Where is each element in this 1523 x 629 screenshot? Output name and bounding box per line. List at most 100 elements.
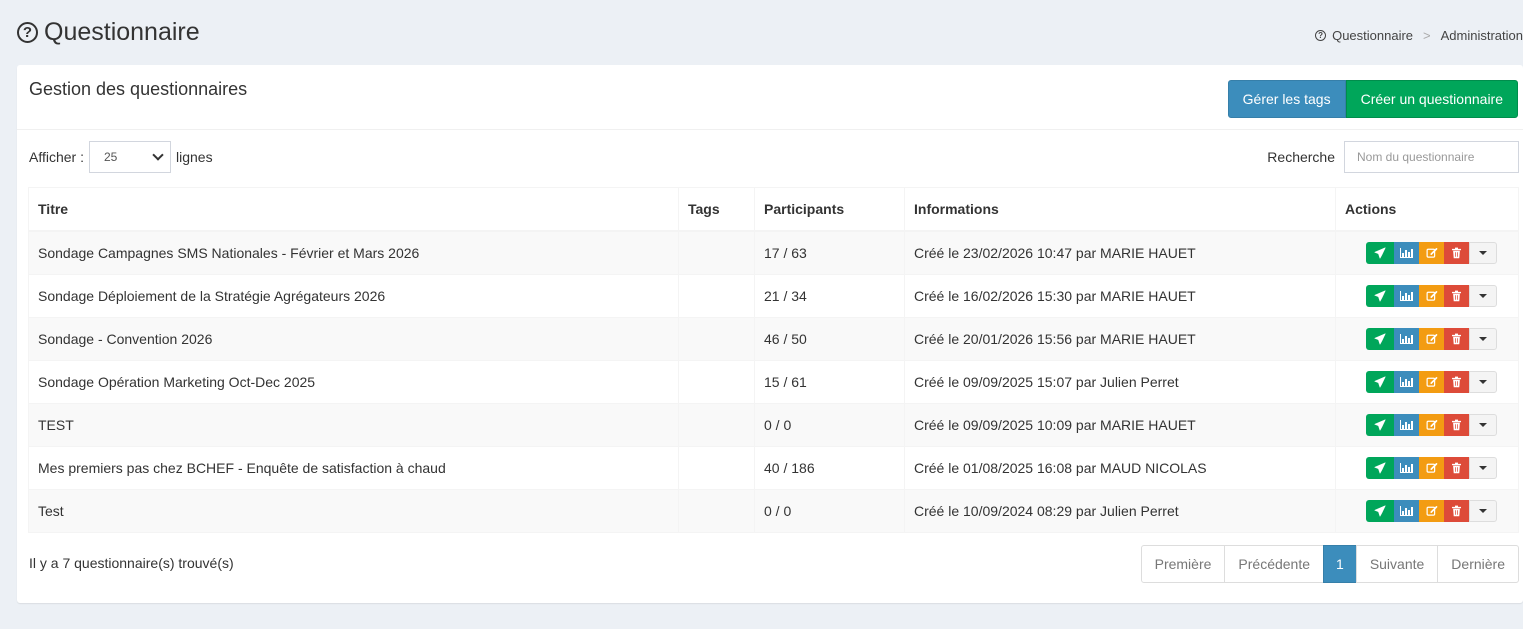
delete-button[interactable] bbox=[1444, 457, 1469, 479]
column-header-participants[interactable]: Participants bbox=[754, 187, 905, 232]
pagination-last[interactable]: Dernière bbox=[1437, 545, 1519, 583]
bar-chart-icon bbox=[1400, 420, 1413, 430]
page-length-control: Afficher : 25 lignes bbox=[29, 141, 213, 173]
edit-icon bbox=[1426, 463, 1437, 473]
paper-plane-icon bbox=[1374, 333, 1386, 345]
statistics-button[interactable] bbox=[1394, 414, 1419, 436]
cell-titre: Sondage - Convention 2026 bbox=[28, 317, 679, 361]
column-header-informations[interactable]: Informations bbox=[904, 187, 1336, 232]
rows-per-page-select[interactable]: 25 bbox=[89, 141, 171, 173]
pagination: Première Précédente 1 Suivante Dernière bbox=[1140, 545, 1519, 583]
edit-button[interactable] bbox=[1419, 500, 1444, 522]
action-button-group bbox=[1345, 500, 1509, 522]
more-actions-dropdown[interactable] bbox=[1469, 328, 1497, 350]
breadcrumb-current: Administration bbox=[1440, 28, 1523, 43]
send-button[interactable] bbox=[1366, 414, 1394, 436]
edit-button[interactable] bbox=[1419, 242, 1444, 264]
more-actions-dropdown[interactable] bbox=[1469, 500, 1497, 522]
cell-tags bbox=[678, 317, 755, 361]
pagination-next[interactable]: Suivante bbox=[1355, 545, 1439, 583]
edit-button[interactable] bbox=[1419, 285, 1444, 307]
pagination-current-page[interactable]: 1 bbox=[1323, 545, 1357, 583]
header-button-group: Gérer les tags Créer un questionnaire bbox=[1227, 80, 1518, 118]
page-title-text: Questionnaire bbox=[44, 18, 200, 46]
column-header-titre[interactable]: Titre bbox=[28, 187, 679, 232]
more-actions-dropdown[interactable] bbox=[1469, 414, 1497, 436]
cell-titre: Sondage Campagnes SMS Nationales - Févri… bbox=[28, 230, 679, 275]
question-circle-icon: ? bbox=[1315, 30, 1327, 41]
edit-button[interactable] bbox=[1419, 328, 1444, 350]
send-button[interactable] bbox=[1366, 328, 1394, 350]
search-input[interactable] bbox=[1344, 141, 1519, 173]
cell-tags bbox=[678, 489, 755, 533]
cell-tags bbox=[678, 360, 755, 404]
bar-chart-icon bbox=[1400, 248, 1413, 258]
more-actions-dropdown[interactable] bbox=[1469, 285, 1497, 307]
send-button[interactable] bbox=[1366, 371, 1394, 393]
column-header-actions: Actions bbox=[1335, 187, 1519, 232]
pagination-previous[interactable]: Précédente bbox=[1224, 545, 1325, 583]
table-row: Sondage Campagnes SMS Nationales - Févri… bbox=[28, 230, 1519, 275]
table-row: TEST 0 / 0 Créé le 09/09/2025 10:09 par … bbox=[28, 403, 1519, 447]
paper-plane-icon bbox=[1374, 419, 1386, 431]
send-button[interactable] bbox=[1366, 457, 1394, 479]
column-header-tags[interactable]: Tags bbox=[678, 187, 755, 232]
send-button[interactable] bbox=[1366, 242, 1394, 264]
manage-tags-button[interactable]: Gérer les tags bbox=[1227, 80, 1346, 118]
cell-participants: 15 / 61 bbox=[754, 360, 905, 404]
page-header: ? Questionnaire ? Questionnaire > Admini… bbox=[17, 18, 1523, 54]
paper-plane-icon bbox=[1374, 247, 1386, 259]
statistics-button[interactable] bbox=[1394, 242, 1419, 264]
statistics-button[interactable] bbox=[1394, 285, 1419, 307]
cell-actions bbox=[1335, 446, 1519, 490]
more-actions-dropdown[interactable] bbox=[1469, 242, 1497, 264]
statistics-button[interactable] bbox=[1394, 328, 1419, 350]
cell-participants: 0 / 0 bbox=[754, 403, 905, 447]
send-button[interactable] bbox=[1366, 285, 1394, 307]
cell-informations: Créé le 01/08/2025 16:08 par MAUD NICOLA… bbox=[904, 446, 1336, 490]
cell-actions bbox=[1335, 274, 1519, 318]
cell-actions bbox=[1335, 317, 1519, 361]
statistics-button[interactable] bbox=[1394, 371, 1419, 393]
search-control: Recherche bbox=[1267, 141, 1519, 173]
more-actions-dropdown[interactable] bbox=[1469, 457, 1497, 479]
delete-button[interactable] bbox=[1444, 285, 1469, 307]
table-row: Mes premiers pas chez BCHEF - Enquête de… bbox=[28, 446, 1519, 490]
action-button-group bbox=[1345, 371, 1509, 393]
create-questionnaire-button[interactable]: Créer un questionnaire bbox=[1345, 80, 1518, 118]
table-row: Test 0 / 0 Créé le 10/09/2024 08:29 par … bbox=[28, 489, 1519, 533]
delete-button[interactable] bbox=[1444, 500, 1469, 522]
edit-icon bbox=[1426, 506, 1437, 516]
edit-button[interactable] bbox=[1419, 371, 1444, 393]
rows-suffix-label: lignes bbox=[176, 149, 213, 165]
action-button-group bbox=[1345, 242, 1509, 264]
cell-participants: 0 / 0 bbox=[754, 489, 905, 533]
caret-down-icon bbox=[1479, 509, 1487, 513]
table-row: Sondage Opération Marketing Oct-Dec 2025… bbox=[28, 360, 1519, 404]
trash-icon bbox=[1452, 419, 1461, 431]
action-button-group bbox=[1345, 414, 1509, 436]
delete-button[interactable] bbox=[1444, 242, 1469, 264]
statistics-button[interactable] bbox=[1394, 457, 1419, 479]
delete-button[interactable] bbox=[1444, 414, 1469, 436]
questionnaire-box: Gestion des questionnaires Gérer les tag… bbox=[17, 65, 1523, 603]
delete-button[interactable] bbox=[1444, 328, 1469, 350]
rows-per-page-value: 25 bbox=[104, 150, 118, 164]
edit-button[interactable] bbox=[1419, 457, 1444, 479]
breadcrumb-link-questionnaire[interactable]: Questionnaire bbox=[1332, 28, 1413, 43]
more-actions-dropdown[interactable] bbox=[1469, 371, 1497, 393]
statistics-button[interactable] bbox=[1394, 500, 1419, 522]
delete-button[interactable] bbox=[1444, 371, 1469, 393]
send-button[interactable] bbox=[1366, 500, 1394, 522]
cell-informations: Créé le 23/02/2026 10:47 par MARIE HAUET bbox=[904, 230, 1336, 275]
paper-plane-icon bbox=[1374, 290, 1386, 302]
cell-informations: Créé le 10/09/2024 08:29 par Julien Perr… bbox=[904, 489, 1336, 533]
paper-plane-icon bbox=[1374, 462, 1386, 474]
edit-button[interactable] bbox=[1419, 414, 1444, 436]
trash-icon bbox=[1452, 505, 1461, 517]
cell-titre: Sondage Opération Marketing Oct-Dec 2025 bbox=[28, 360, 679, 404]
pagination-first[interactable]: Première bbox=[1140, 545, 1226, 583]
table-row: Sondage - Convention 2026 46 / 50 Créé l… bbox=[28, 317, 1519, 361]
table-header-row: Titre Tags Participants Informations Act… bbox=[28, 187, 1519, 232]
caret-down-icon bbox=[1479, 380, 1487, 384]
